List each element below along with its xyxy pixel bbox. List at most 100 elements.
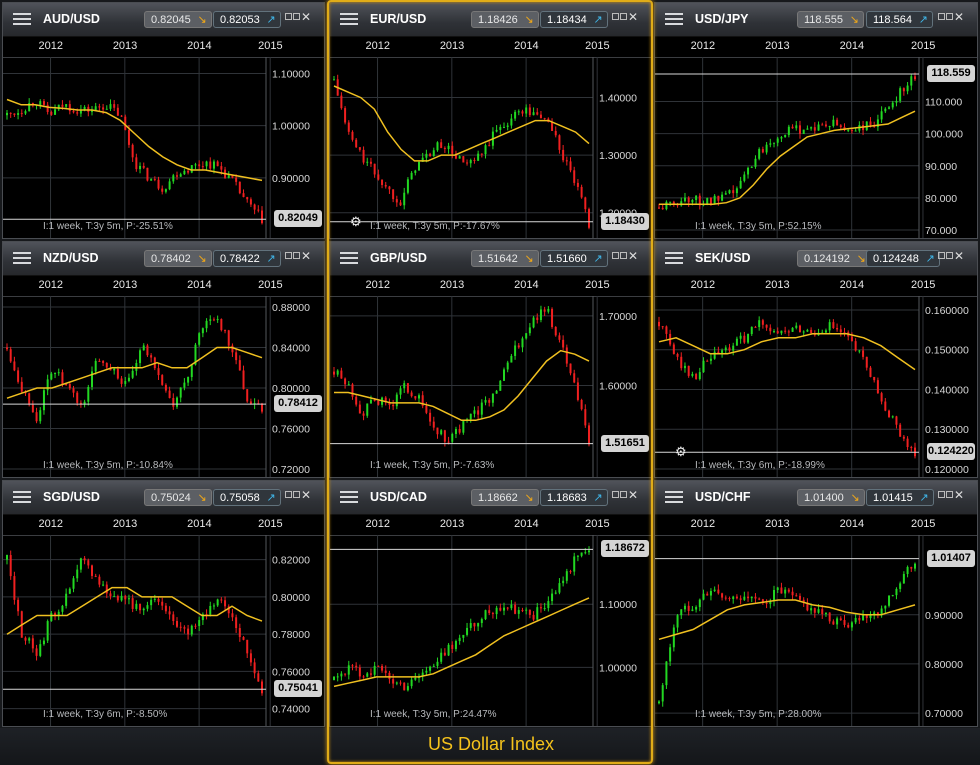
close-icon[interactable]: ✕ (628, 489, 638, 501)
candle-body (403, 192, 406, 206)
candle-body (429, 153, 432, 157)
candle-body (562, 580, 565, 584)
candle-body (183, 627, 186, 629)
candle-body (761, 149, 764, 153)
minimize-icon[interactable] (285, 252, 292, 259)
bid-price[interactable]: 0.124192 ↘ (797, 250, 871, 267)
maximize-icon[interactable] (293, 491, 300, 498)
bid-price[interactable]: 0.78402 ↘ (144, 250, 212, 267)
minimize-icon[interactable] (612, 13, 619, 20)
candle-body (683, 365, 686, 369)
year-label: 2014 (514, 279, 539, 291)
candle-body (72, 578, 75, 589)
maximize-icon[interactable] (293, 13, 300, 20)
ask-price[interactable]: 0.124248 ↗ (866, 250, 940, 267)
minimize-icon[interactable] (938, 252, 945, 259)
arrow-down-icon: ↘ (856, 253, 866, 265)
candle-body (168, 181, 171, 190)
candle-body (57, 372, 60, 374)
bid-price[interactable]: 0.75024 ↘ (144, 489, 212, 506)
ask-price[interactable]: 0.82053 ↗ (213, 11, 281, 28)
menu-icon[interactable] (13, 489, 31, 505)
maximize-icon[interactable] (620, 491, 627, 498)
candle-body (735, 338, 738, 346)
minimize-icon[interactable] (938, 491, 945, 498)
candle-body (525, 107, 528, 114)
ask-price[interactable]: 0.78422 ↗ (213, 250, 281, 267)
maximize-icon[interactable] (620, 13, 627, 20)
ask-price[interactable]: 1.51660 ↗ (540, 250, 608, 267)
candle-body (880, 111, 883, 120)
candle-body (384, 184, 387, 187)
candle-body (695, 195, 698, 201)
close-icon[interactable]: ✕ (954, 11, 964, 23)
candle-body (414, 396, 417, 399)
candle-body (142, 608, 145, 611)
minimize-icon[interactable] (612, 252, 619, 259)
ask-price[interactable]: 1.01415 ↗ (866, 489, 934, 506)
minimize-icon[interactable] (938, 13, 945, 20)
close-icon[interactable]: ✕ (301, 489, 311, 501)
candle-body (98, 576, 101, 585)
gear-icon[interactable]: ⚙ (675, 444, 687, 460)
candle-body (87, 386, 90, 402)
bid-price[interactable]: 1.01400 ↘ (797, 489, 865, 506)
bid-price[interactable]: 0.82045 ↘ (144, 11, 212, 28)
close-icon[interactable]: ✕ (301, 250, 311, 262)
axis-tick-label: 0.72000 (272, 464, 310, 476)
candle-body (172, 397, 175, 407)
close-icon[interactable]: ✕ (954, 250, 964, 262)
candle-body (902, 436, 905, 439)
panel-header: USD/CAD 1.18662 ↘ 1.18683 ↗ ✕ (330, 481, 651, 515)
candle-body (344, 378, 347, 385)
candle-body (17, 113, 20, 115)
bid-price[interactable]: 118.555 ↘ (797, 11, 864, 28)
candle-body (584, 552, 587, 554)
maximize-icon[interactable] (946, 13, 953, 20)
maximize-icon[interactable] (293, 252, 300, 259)
close-icon[interactable]: ✕ (628, 250, 638, 262)
candle-body (510, 118, 513, 126)
close-icon[interactable]: ✕ (954, 489, 964, 501)
year-label: 2014 (839, 518, 865, 530)
menu-icon[interactable] (340, 11, 358, 27)
candle-body (839, 329, 842, 333)
candle-body (340, 370, 343, 379)
pair-name: NZD/USD (43, 251, 99, 265)
bid-price[interactable]: 1.51642 ↘ (471, 250, 539, 267)
candle-body (739, 180, 742, 189)
maximize-icon[interactable] (946, 252, 953, 259)
candle-body (242, 370, 245, 390)
minimize-icon[interactable] (285, 13, 292, 20)
menu-icon[interactable] (13, 250, 31, 266)
ask-price[interactable]: 1.18434 ↗ (540, 11, 608, 28)
menu-icon[interactable] (13, 11, 31, 27)
candle-body (355, 665, 358, 668)
bid-price[interactable]: 1.18426 ↘ (471, 11, 539, 28)
close-icon[interactable]: ✕ (628, 11, 638, 23)
ask-price[interactable]: 0.75058 ↗ (213, 489, 281, 506)
arrow-up-icon: ↗ (919, 492, 929, 504)
pair-name: USD/CHF (695, 490, 751, 504)
panel-usd-chf: USD/CHF 1.01400 ↘ 1.01415 ↗ ✕ 2012 2013 2014 2015… (654, 480, 978, 727)
year-label: 2013 (439, 518, 465, 530)
close-icon[interactable]: ✕ (301, 11, 311, 23)
dollar-index-tab[interactable]: US Dollar Index (330, 728, 652, 763)
minimize-icon[interactable] (285, 491, 292, 498)
menu-icon[interactable] (665, 489, 683, 505)
ask-price[interactable]: 118.564 ↗ (866, 11, 933, 28)
maximize-icon[interactable] (620, 252, 627, 259)
menu-icon[interactable] (665, 250, 683, 266)
menu-icon[interactable] (340, 489, 358, 505)
maximize-icon[interactable] (946, 491, 953, 498)
candle-body (558, 335, 561, 340)
axis-tick-label: 0.90000 (925, 610, 963, 622)
candle-body (231, 345, 234, 353)
gear-icon[interactable]: ⚙ (350, 214, 362, 230)
bid-price[interactable]: 1.18662 ↘ (471, 489, 539, 506)
candle-body (758, 149, 761, 159)
minimize-icon[interactable] (612, 491, 619, 498)
menu-icon[interactable] (665, 11, 683, 27)
ask-price[interactable]: 1.18683 ↗ (540, 489, 608, 506)
menu-icon[interactable] (340, 250, 358, 266)
